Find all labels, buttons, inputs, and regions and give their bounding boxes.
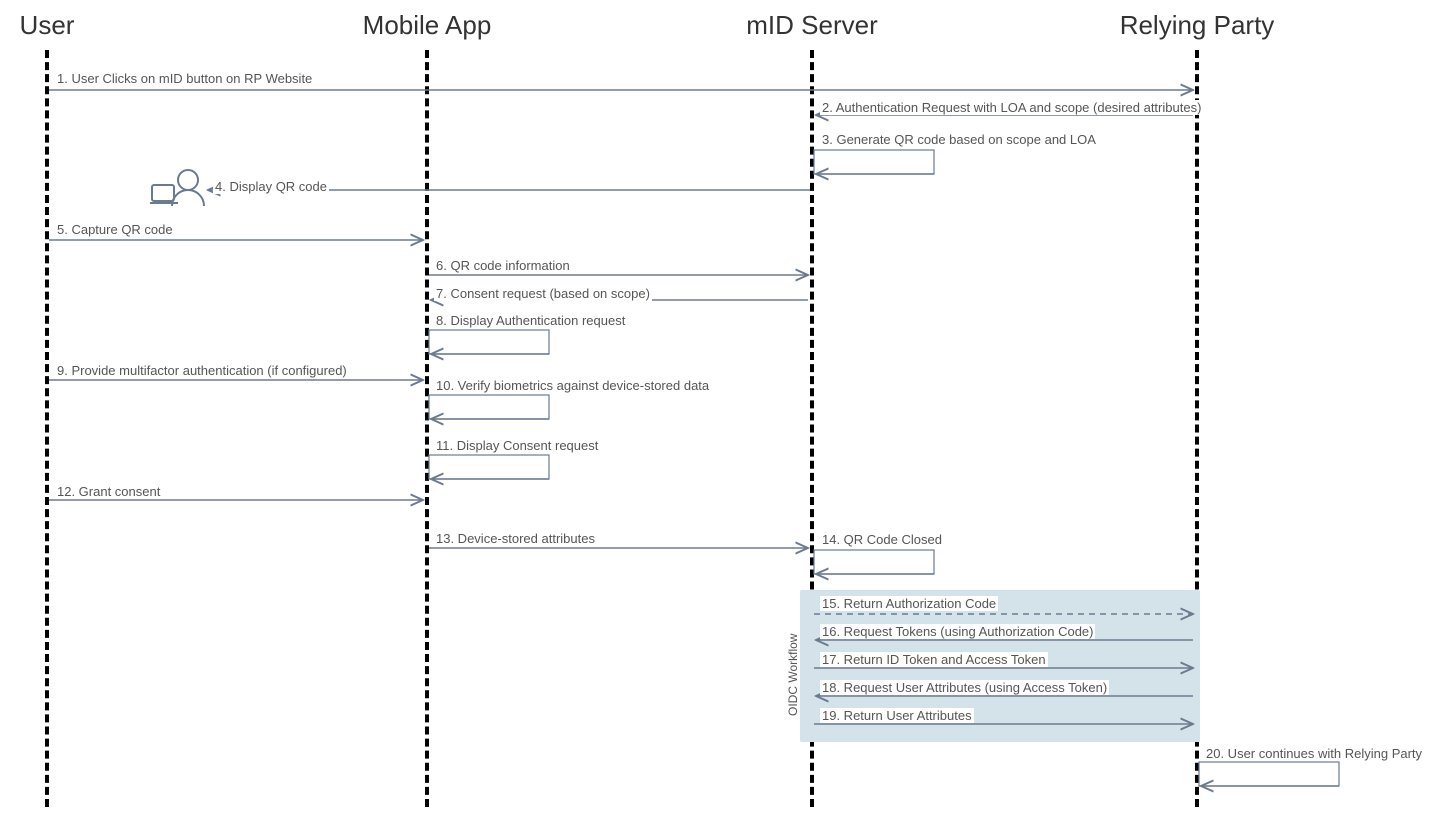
msg-18: 18. Request User Attributes (using Acces… bbox=[820, 680, 1109, 695]
msg-6: 6. QR code information bbox=[434, 258, 572, 273]
msg-14: 14. QR Code Closed bbox=[820, 532, 944, 547]
msg-8: 8. Display Authentication request bbox=[434, 313, 627, 328]
msg-19: 19. Return User Attributes bbox=[820, 708, 974, 723]
msg-13: 13. Device-stored attributes bbox=[434, 531, 597, 546]
msg-15: 15. Return Authorization Code bbox=[820, 596, 998, 611]
msg-7: 7. Consent request (based on scope) bbox=[434, 286, 652, 301]
msg-12: 12. Grant consent bbox=[55, 484, 162, 499]
msg-3: 3. Generate QR code based on scope and L… bbox=[820, 132, 1098, 147]
msg-16: 16. Request Tokens (using Authorization … bbox=[820, 624, 1095, 639]
msg-17: 17. Return ID Token and Access Token bbox=[820, 652, 1048, 667]
msg-10: 10. Verify biometrics against device-sto… bbox=[434, 378, 711, 393]
msg-9: 9. Provide multifactor authentication (i… bbox=[55, 363, 349, 378]
arrows-layer bbox=[0, 0, 1433, 817]
sequence-diagram: User Mobile App mID Server Relying Party… bbox=[0, 0, 1433, 817]
msg-11: 11. Display Consent request bbox=[434, 438, 600, 453]
msg-1: 1. User Clicks on mID button on RP Websi… bbox=[55, 71, 314, 86]
msg-2: 2. Authentication Request with LOA and s… bbox=[820, 100, 1203, 115]
msg-20: 20. User continues with Relying Party bbox=[1204, 746, 1424, 761]
msg-5: 5. Capture QR code bbox=[55, 222, 175, 237]
msg-4: 4. Display QR code bbox=[213, 179, 329, 194]
